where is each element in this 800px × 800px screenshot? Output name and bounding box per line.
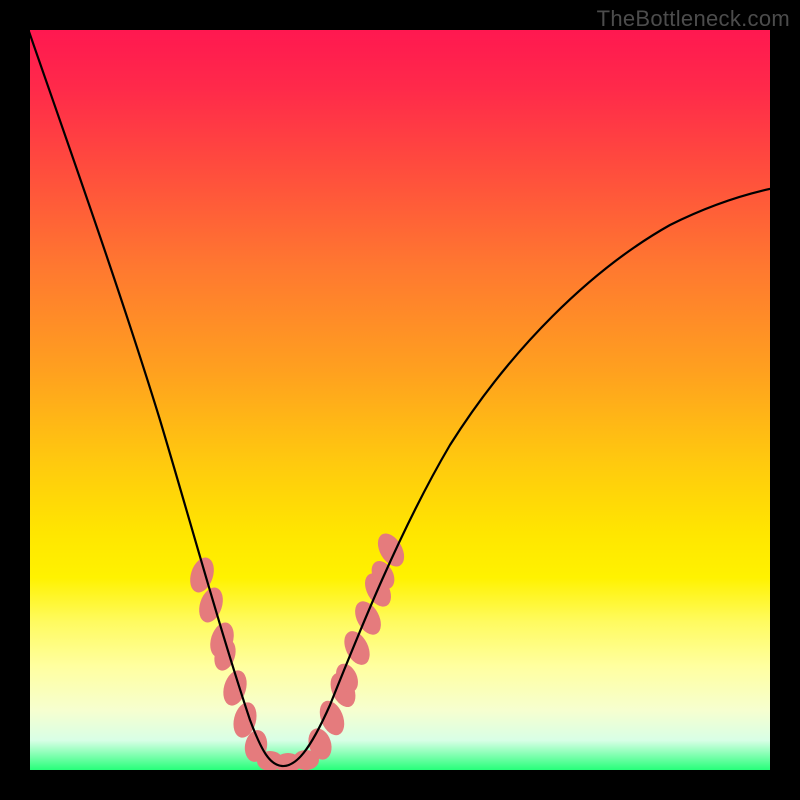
trough-markers <box>186 529 410 770</box>
bottleneck-curve <box>30 30 770 766</box>
chart-svg <box>30 30 770 770</box>
chart-frame: TheBottleneck.com <box>0 0 800 800</box>
watermark-text: TheBottleneck.com <box>597 6 790 32</box>
plot-area <box>30 30 770 770</box>
